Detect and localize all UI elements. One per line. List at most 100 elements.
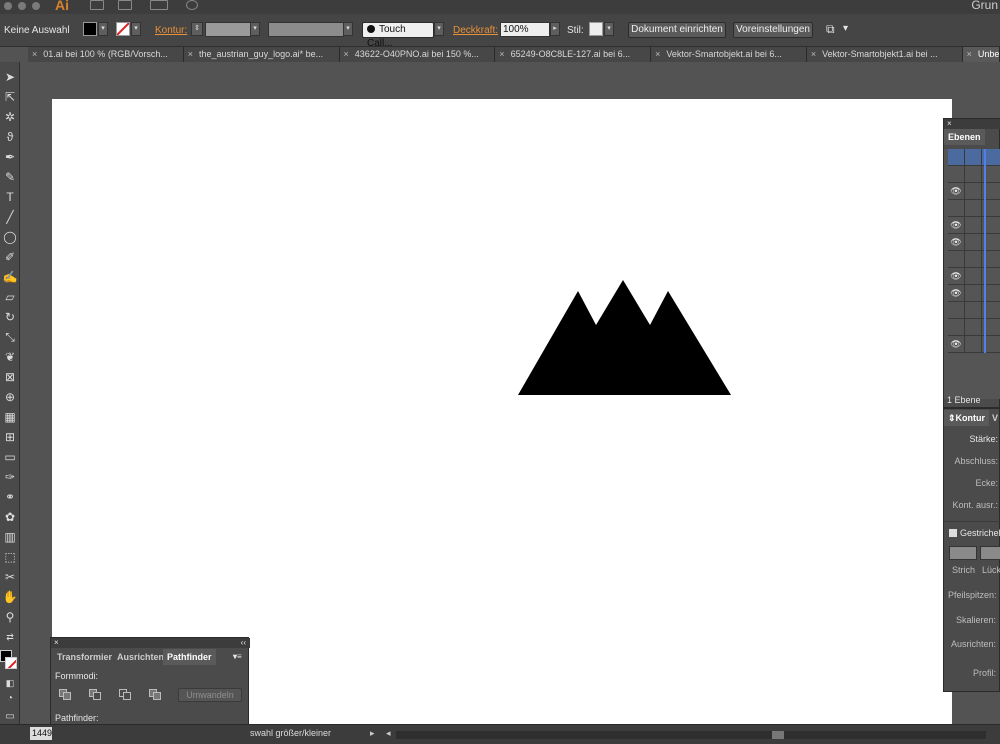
perspective-grid-tool-icon[interactable]: ▦	[1, 408, 19, 426]
ellipse-tool-icon[interactable]: ◯	[1, 228, 19, 246]
layer-row[interactable]	[948, 251, 1000, 268]
document-tab[interactable]: × Vektor-Smartobjekt.ai bei 6...	[651, 47, 807, 62]
close-window-icon[interactable]	[4, 2, 12, 10]
paintbrush-tool-icon[interactable]: ✐	[1, 248, 19, 266]
scale-tool-icon[interactable]: ⤡	[1, 328, 19, 346]
visibility-toggle[interactable]	[948, 200, 965, 217]
style-dropdown[interactable]: ▾	[604, 22, 614, 36]
document-tab[interactable]: × Vektor-Smartobjekt1.ai bei ...	[806, 47, 963, 62]
kontur-label[interactable]: Kontur:	[155, 25, 187, 36]
eraser-tool-icon[interactable]: ▱	[1, 288, 19, 306]
blob-brush-tool-icon[interactable]: ✍	[1, 268, 19, 286]
opacity-dropdown[interactable]: ▸	[550, 22, 560, 36]
layer-row[interactable]: 👁	[948, 183, 1000, 200]
scrollbar-thumb[interactable]	[772, 731, 784, 739]
arrange-documents-icon[interactable]	[150, 0, 168, 10]
visibility-eye-icon[interactable]: 👁	[948, 183, 965, 200]
gap-field[interactable]	[980, 546, 1000, 560]
layers-tab[interactable]: Ebenen	[944, 129, 985, 145]
hand-tool-icon[interactable]: ✋	[1, 588, 19, 606]
visibility-toggle[interactable]	[948, 166, 965, 183]
fill-swatch[interactable]	[83, 22, 97, 36]
intersect-icon[interactable]	[119, 689, 133, 701]
swap-colors-icon[interactable]: ⇄	[1, 628, 19, 646]
mesh-tool-icon[interactable]: ⊞	[1, 428, 19, 446]
brush-dropdown[interactable]: ▾	[434, 22, 444, 36]
brush-definition[interactable]: Touch Call...	[362, 22, 434, 49]
warp-tool-icon[interactable]: ❦	[1, 348, 19, 366]
artboard[interactable]	[52, 99, 952, 729]
column-graph-tool-icon[interactable]: ▥	[1, 528, 19, 546]
close-tab-icon[interactable]: ×	[188, 49, 193, 59]
direct-selection-tool-icon[interactable]: ⇱	[1, 88, 19, 106]
stroke-weight-stepper[interactable]: ⇕	[191, 22, 203, 36]
artboard-tool-icon[interactable]: ⬚	[1, 548, 19, 566]
arrange-icon[interactable]: ⧉	[826, 22, 835, 37]
close-tab-icon[interactable]: ×	[344, 49, 349, 59]
layer-row[interactable]: 👁	[948, 268, 1000, 285]
lock-toggle[interactable]	[965, 268, 982, 285]
lock-toggle[interactable]	[965, 285, 982, 302]
horizontal-scrollbar[interactable]	[396, 731, 986, 739]
zoom-field[interactable]: 1449	[30, 727, 52, 740]
document-tab[interactable]: × 65249-O8C8LE-127.ai bei 6...	[495, 47, 652, 62]
layer-row[interactable]: 👁	[948, 234, 1000, 251]
free-transform-tool-icon[interactable]: ⊠	[1, 368, 19, 386]
profile-dropdown[interactable]: ▾	[343, 22, 353, 36]
slice-tool-icon[interactable]: ✂	[1, 568, 19, 586]
type-tool-icon[interactable]: T	[1, 188, 19, 206]
document-tab[interactable]: × 01.ai bei 100 % (RGB/Vorsch...	[28, 47, 184, 62]
selection-tool-icon[interactable]: ➤	[1, 68, 19, 86]
minus-front-icon[interactable]	[89, 689, 103, 701]
tab-align[interactable]: Ausrichten	[113, 649, 168, 665]
panel-menu-icon[interactable]: ▾	[843, 23, 848, 34]
opacity-label[interactable]: Deckkraft:	[453, 25, 498, 36]
curvature-tool-icon[interactable]: ✎	[1, 168, 19, 186]
close-tab-icon[interactable]: ×	[967, 49, 972, 59]
visibility-eye-icon[interactable]: 👁	[948, 268, 965, 285]
collapse-panel-icon[interactable]: ‹‹	[241, 638, 246, 647]
mountain-artwork[interactable]	[517, 279, 733, 397]
layer-row[interactable]: 👁	[948, 285, 1000, 302]
lock-toggle[interactable]	[965, 217, 982, 234]
lock-toggle[interactable]	[965, 234, 982, 251]
expand-button[interactable]: Umwandeln	[178, 688, 242, 702]
document-tab-active[interactable]: × Unbe	[962, 47, 1000, 62]
stroke-swatch[interactable]	[116, 22, 130, 36]
panel-close-icon[interactable]: ×	[944, 119, 1000, 129]
close-tab-icon[interactable]: ×	[655, 49, 660, 59]
stroke-weight-dropdown[interactable]: ▾	[250, 22, 260, 36]
minimize-window-icon[interactable]	[18, 2, 26, 10]
lock-toggle[interactable]	[965, 200, 982, 217]
rotate-tool-icon[interactable]: ↻	[1, 308, 19, 326]
magic-wand-tool-icon[interactable]: ✲	[1, 108, 19, 126]
visibility-eye-icon[interactable]: 👁	[948, 285, 965, 302]
lock-toggle[interactable]	[965, 149, 982, 166]
visibility-toggle[interactable]	[948, 319, 965, 336]
close-tab-icon[interactable]: ×	[32, 49, 37, 59]
lock-toggle[interactable]	[965, 302, 982, 319]
variable-tab[interactable]: V	[988, 410, 1000, 426]
lock-toggle[interactable]	[965, 166, 982, 183]
lock-toggle[interactable]	[965, 183, 982, 200]
panel-menu-icon[interactable]: ▾≡	[229, 649, 246, 665]
layer-row[interactable]	[948, 149, 1000, 166]
status-next-icon[interactable]: ▸	[370, 728, 375, 739]
dashed-line-checkbox[interactable]: Gestrichel	[949, 528, 1000, 538]
bridge-icon[interactable]	[90, 0, 104, 10]
sync-icon[interactable]	[186, 0, 198, 10]
visibility-eye-icon[interactable]: 👁	[948, 336, 965, 353]
variable-width-profile[interactable]	[268, 22, 344, 37]
opacity-field[interactable]: 100%	[500, 22, 550, 37]
drawing-mode-icon[interactable]: ◔	[1, 690, 19, 708]
lasso-tool-icon[interactable]: ϑ	[1, 128, 19, 146]
symbol-sprayer-tool-icon[interactable]: ✿	[1, 508, 19, 526]
zoom-window-icon[interactable]	[32, 2, 40, 10]
visibility-toggle[interactable]	[948, 302, 965, 319]
document-setup-button[interactable]: Dokument einrichten	[628, 22, 726, 38]
exclude-icon[interactable]	[149, 689, 163, 701]
document-tab[interactable]: × 43622-O40PNO.ai bei 150 %...	[339, 47, 496, 62]
visibility-toggle[interactable]	[948, 251, 965, 268]
shape-builder-tool-icon[interactable]: ⊕	[1, 388, 19, 406]
eyedropper-tool-icon[interactable]: ✑	[1, 468, 19, 486]
